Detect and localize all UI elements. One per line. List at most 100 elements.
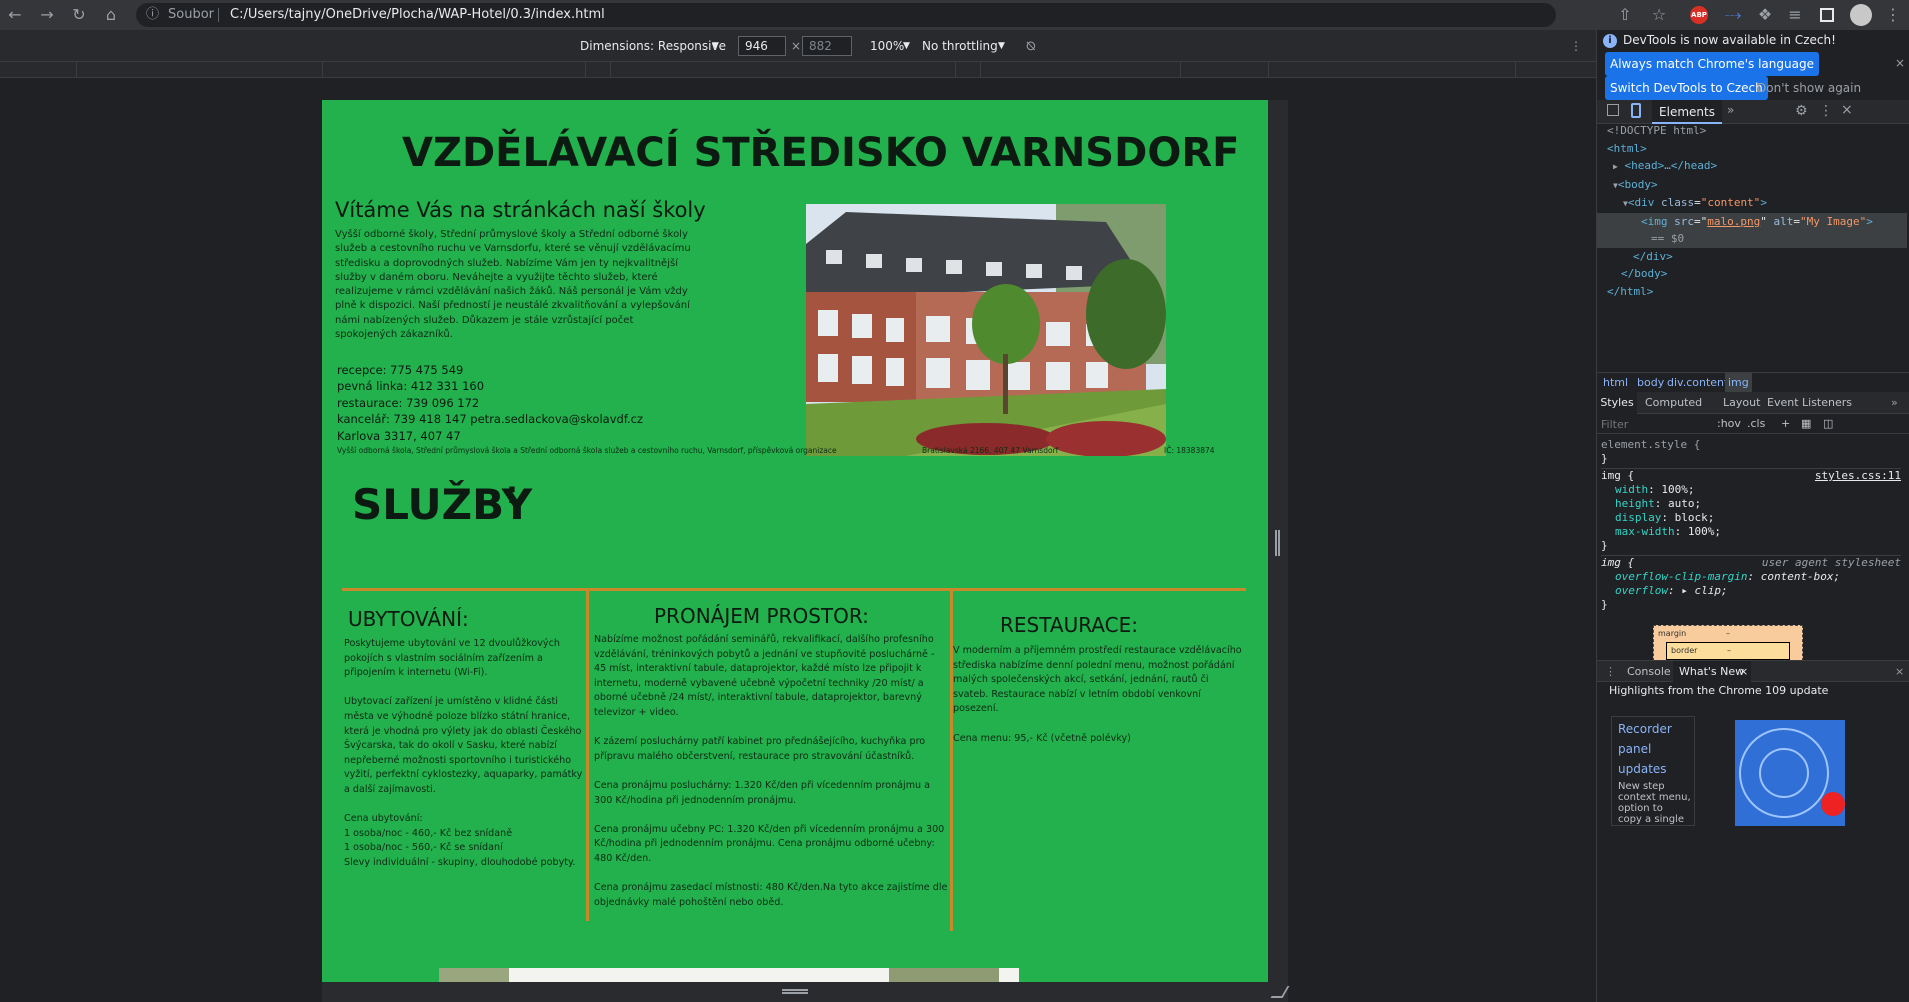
device-toggle-icon[interactable]: [1631, 103, 1641, 118]
whats-new-video-thumbnail[interactable]: [1735, 720, 1845, 826]
intro-line: Vyšší odborné školy, Střední průmyslové …: [335, 229, 688, 240]
hov-toggle[interactable]: :hov: [1717, 414, 1741, 434]
welcome-heading: Vítáme Vás na stránkách naší školy: [335, 198, 706, 222]
box-border-value: –: [1727, 646, 1731, 655]
bookmark-star-icon[interactable]: ☆: [1648, 4, 1670, 26]
dom-img-alt-val: "My Image": [1799, 214, 1867, 228]
recorder-card-description: New step context menu, option to copy a …: [1618, 781, 1691, 825]
tab-styles[interactable]: Styles: [1597, 392, 1637, 414]
browser-menu-icon[interactable]: ⋮: [1882, 4, 1904, 26]
tab-elements[interactable]: Elements: [1652, 100, 1722, 124]
profile-avatar[interactable]: [1850, 4, 1872, 26]
recorder-card-title[interactable]: Recorder panel updates: [1618, 719, 1672, 779]
resize-handle-right[interactable]: [1268, 100, 1288, 982]
share-icon[interactable]: ⇧: [1614, 4, 1636, 26]
url-divider: [218, 8, 219, 22]
more-style-tabs-icon[interactable]: »: [1891, 392, 1898, 414]
extension-icon[interactable]: ⤏: [1722, 4, 1744, 26]
close-tab-icon[interactable]: ×: [1739, 661, 1748, 683]
rule-prop[interactable]: height: auto;: [1601, 497, 1901, 511]
cls-toggle[interactable]: .cls: [1747, 414, 1765, 434]
dom-head-row[interactable]: ▶ <head>…</head>: [1607, 157, 1907, 176]
back-icon[interactable]: ←: [4, 4, 26, 26]
rule-prop: overflow-clip-margin: content-box;: [1615, 570, 1841, 583]
resize-grip-icon[interactable]: [1275, 530, 1280, 556]
rotate-icon[interactable]: ⦰: [1026, 30, 1036, 62]
throttling-dropdown[interactable]: No throttling: [922, 30, 998, 62]
box-model-border[interactable]: border –: [1666, 642, 1790, 660]
dom-html-close[interactable]: </html>: [1607, 283, 1907, 301]
device-toolbar-menu-icon[interactable]: ⋮: [1570, 30, 1582, 62]
resize-handle-bottom[interactable]: [322, 982, 1290, 1002]
switch-to-czech-button[interactable]: Switch DevTools to Czech: [1605, 76, 1768, 100]
dom-html-open[interactable]: <html>: [1607, 140, 1907, 158]
resize-grip-icon[interactable]: [782, 989, 808, 994]
side-panel-icon[interactable]: [1820, 8, 1834, 22]
play-icon[interactable]: [1821, 792, 1845, 816]
rule-prop[interactable]: display: block;: [1601, 511, 1901, 525]
reload-icon[interactable]: ↻: [68, 4, 90, 26]
dom-doctype[interactable]: <!DOCTYPE html>: [1607, 122, 1907, 140]
rule-prop[interactable]: width: 100%;: [1601, 483, 1901, 497]
always-match-language-button[interactable]: Always match Chrome's language: [1605, 52, 1819, 76]
address-bar[interactable]: ⓘ Soubor C:/Users/tajny/OneDrive/Plocha/…: [136, 3, 1556, 27]
prop-name: width: [1615, 483, 1649, 496]
browser-toolbar: ← → ↻ ⌂ ⓘ Soubor C:/Users/tajny/OneDrive…: [0, 0, 1909, 30]
dom-img-row[interactable]: <img src="malo.png" alt="My Image">: [1597, 212, 1907, 230]
contact-line: restaurace: 739 096 172: [337, 395, 480, 410]
box-model-margin[interactable]: margin – border –: [1653, 625, 1803, 661]
mq-divider: [1268, 62, 1269, 78]
rule-source-link[interactable]: styles.css:11: [1815, 469, 1901, 483]
settings-gear-icon[interactable]: ⚙: [1795, 103, 1808, 119]
dom-img-src-link[interactable]: malo.png: [1707, 215, 1760, 228]
rule-prop: overflow: ▸ clip;: [1615, 584, 1728, 597]
close-devtools-icon[interactable]: ×: [1841, 102, 1853, 118]
url-text[interactable]: C:/Users/tajny/OneDrive/Plocha/WAP-Hotel…: [230, 3, 605, 27]
paint-icon[interactable]: ▦: [1801, 414, 1811, 434]
dom-body-close[interactable]: </body>: [1607, 265, 1907, 283]
rule-source: user agent stylesheet: [1761, 556, 1901, 569]
forward-icon[interactable]: →: [36, 4, 58, 26]
tab-layout[interactable]: Layout: [1723, 392, 1760, 414]
height-input[interactable]: 882: [802, 36, 852, 56]
tab-console[interactable]: Console: [1627, 661, 1671, 683]
zoom-dropdown[interactable]: 100%: [870, 30, 904, 62]
add-rule-icon[interactable]: +: [1781, 414, 1790, 434]
prop-name: max-width: [1615, 525, 1675, 538]
toggle-sidebar-icon[interactable]: ◫: [1823, 414, 1833, 434]
breadcrumb-body[interactable]: body: [1637, 373, 1664, 393]
rule-selector: element.style {: [1601, 438, 1701, 451]
breadcrumb-div-content[interactable]: div.content: [1667, 373, 1728, 393]
footer-organization: Vyšší odborná škola, Střední průmyslová …: [337, 446, 837, 455]
width-input[interactable]: 946: [738, 36, 786, 56]
dom-div-close[interactable]: </div>: [1607, 248, 1907, 266]
throttling-chevron-icon: ▼: [998, 41, 1005, 51]
corner-resize-icon[interactable]: [1270, 986, 1290, 998]
thumbnail-circle: [1759, 748, 1809, 798]
reading-list-icon[interactable]: ≡: [1784, 4, 1806, 26]
inspect-element-icon[interactable]: [1607, 104, 1619, 116]
home-icon[interactable]: ⌂: [100, 4, 122, 26]
more-tabs-icon[interactable]: »: [1727, 103, 1734, 117]
adblock-extension-icon[interactable]: ABP: [1690, 6, 1708, 24]
puzzle-extensions-icon[interactable]: ❖: [1754, 4, 1776, 26]
close-banner-icon[interactable]: ×: [1895, 56, 1905, 70]
close-drawer-icon[interactable]: ×: [1895, 661, 1904, 683]
breadcrumb-html[interactable]: html: [1603, 373, 1628, 393]
rule-prop[interactable]: max-width: 100%;: [1601, 525, 1901, 539]
tab-event-listeners[interactable]: Event Listeners: [1767, 392, 1852, 414]
dimensions-dropdown[interactable]: Dimensions: Responsive: [580, 30, 726, 62]
drawer-menu-icon[interactable]: ⋮: [1605, 661, 1616, 683]
dont-show-again-button[interactable]: Don't show again: [1757, 76, 1861, 100]
dom-div-row[interactable]: ▼<div class="content">: [1607, 194, 1907, 213]
styles-filter-input[interactable]: [1601, 416, 1711, 432]
devtools-menu-icon[interactable]: ⋮: [1819, 103, 1833, 119]
intro-line: středisku a doprovodných služeb. Nabízím…: [335, 257, 678, 269]
breadcrumb-img[interactable]: img: [1725, 373, 1752, 393]
box-margin-label: margin: [1658, 629, 1687, 638]
tab-computed[interactable]: Computed: [1645, 392, 1702, 414]
recorder-card[interactable]: Recorder panel updates New step context …: [1611, 716, 1695, 826]
info-icon[interactable]: ⓘ: [146, 3, 159, 27]
dom-body-row[interactable]: ▼<body>: [1607, 176, 1907, 195]
media-query-bar[interactable]: [0, 62, 1596, 78]
